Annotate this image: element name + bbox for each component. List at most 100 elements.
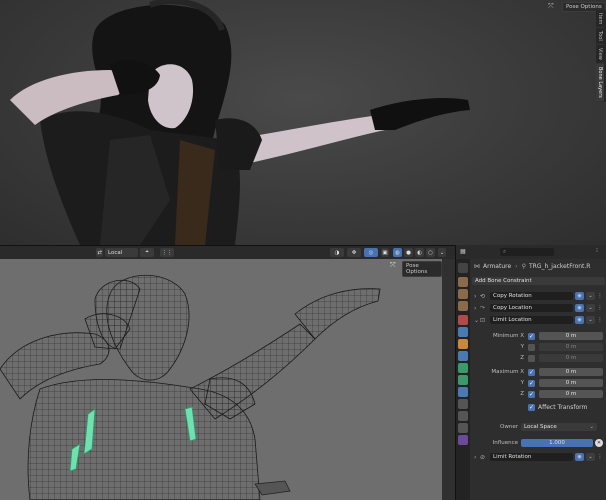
constraint-copy-rotation: › ⟲ Copy Rotation ◉ ⌄ ⋮	[474, 291, 603, 301]
viewport-header: ⇄ Local ⌖ ⋮⋮ ◑ ✥ ◎ ▣ ◍ ● ◐ ○ ⌄	[0, 245, 455, 260]
render-viewport[interactable]: Pose Options ⤧ Item Tool View Bone Layer…	[0, 0, 606, 245]
view-layer-tab-icon[interactable]	[458, 301, 468, 311]
orientation-icon[interactable]: ⇄	[96, 248, 103, 257]
armature-icon: ⋈	[474, 262, 480, 270]
constraint-name-field[interactable]: Limit Rotation	[490, 453, 573, 461]
overlays-icon[interactable]: ◎	[364, 248, 378, 257]
bone-tab-icon[interactable]	[458, 375, 468, 385]
texture-tab-icon[interactable]	[458, 399, 468, 409]
data-tab-icon[interactable]	[458, 363, 468, 373]
snap-icon[interactable]: ⋮⋮	[160, 248, 174, 257]
enable-eye-icon[interactable]: ◉	[575, 453, 584, 461]
affect-transform-label: Affect Transform	[538, 403, 588, 411]
affect-transform-checkbox[interactable]: ✓	[528, 403, 535, 411]
pose-options-button-bottom[interactable]: Pose Options	[402, 261, 442, 277]
render-tab-icon[interactable]	[458, 277, 468, 287]
menu-chevron-icon[interactable]: ⌄	[586, 304, 595, 312]
minimum-z-field[interactable]: 0 m	[539, 354, 603, 362]
maximum-z-checkbox[interactable]: ✓	[528, 390, 535, 398]
constraint-name-field[interactable]: Copy Rotation	[490, 292, 573, 300]
tab-item[interactable]: Item	[596, 10, 604, 29]
pivot-point-icon[interactable]: ⌖	[140, 248, 154, 257]
wireframe-shading-icon[interactable]: ◍	[393, 248, 402, 257]
breadcrumb-bone: TRG_h_jacketFront.R	[528, 262, 591, 270]
rendered-shading-icon[interactable]: ○	[426, 248, 435, 257]
enable-eye-icon[interactable]: ◉	[575, 316, 584, 324]
breadcrumb-armature: Armature	[483, 262, 512, 270]
transform-orientation-select[interactable]: Local	[105, 248, 138, 257]
minimum-y-field[interactable]: 0 m	[539, 343, 603, 351]
viewport-side-strip[interactable]	[442, 259, 455, 500]
object-tab-icon[interactable]	[458, 339, 468, 349]
sidebar-tabs: Item Tool View Bone Layers	[596, 10, 606, 102]
limit-rotation-icon: ⊘	[480, 453, 486, 461]
minimum-y-label: Y	[520, 344, 524, 350]
tool-tab-icon[interactable]	[458, 263, 468, 273]
minimum-x-label: Minimum X	[492, 333, 524, 339]
maximum-x-field[interactable]: 0 m	[539, 368, 603, 376]
properties-search-input[interactable]: ⌕	[500, 248, 554, 256]
enable-eye-icon[interactable]: ◉	[575, 292, 584, 300]
minimum-x-field[interactable]: 0 m	[539, 332, 603, 340]
disable-keep-transform-icon[interactable]: ✕	[595, 439, 603, 447]
add-constraint-row: Add Bone Constraint	[472, 276, 605, 286]
transform-gizmo-icon-bottom[interactable]: ⤧	[390, 261, 399, 269]
influence-row: Influence 1.000 ✕	[474, 438, 603, 448]
add-bone-constraint-button[interactable]: Add Bone Constraint	[472, 277, 605, 285]
minimum-x-checkbox[interactable]: ✓	[528, 332, 535, 340]
constraint-name-field[interactable]: Copy Location	[490, 304, 573, 312]
enable-eye-icon[interactable]: ◉	[575, 304, 584, 312]
transform-gizmo-icon[interactable]: ⤧	[548, 2, 557, 10]
shader-tab-icon[interactable]	[458, 435, 468, 445]
menu-chevron-icon[interactable]: ⌄	[586, 292, 595, 300]
output-tab-icon[interactable]	[458, 289, 468, 299]
maximum-y-field[interactable]: 0 m	[539, 379, 603, 387]
physics-tab-icon[interactable]	[458, 351, 468, 361]
tab-view[interactable]: View	[596, 45, 604, 64]
character-render	[10, 0, 470, 245]
owner-label: Owner	[500, 424, 518, 430]
copy-rotation-icon: ⟲	[480, 292, 486, 300]
visibility-icon[interactable]: ◑	[330, 248, 344, 257]
properties-editor: ▦ ⌕ ⁝ ⋈ Armature › ⚲ TRG_h_jacketFront.R	[455, 245, 606, 500]
bone-icon: ⚲	[521, 262, 526, 270]
drag-handle-icon[interactable]: ⋮	[597, 292, 603, 300]
bone-constraint-tab-icon[interactable]	[458, 387, 468, 397]
maximum-x-checkbox[interactable]: ✓	[528, 368, 535, 376]
particles-tab-icon[interactable]	[458, 411, 468, 421]
tab-tool[interactable]: Tool	[596, 28, 604, 46]
scene-tab-icon[interactable]	[458, 315, 468, 325]
maximum-x-label: Maximum X	[491, 369, 524, 375]
gizmo-icon[interactable]: ✥	[347, 248, 361, 257]
drag-handle-icon[interactable]: ⋮	[597, 304, 603, 312]
wireframe-viewport[interactable]: Pose Options ⤧	[0, 259, 442, 500]
options-icon[interactable]: ⁝	[596, 247, 598, 254]
owner-row: Owner Local Space ⌄	[474, 422, 603, 432]
breadcrumb-separator: ›	[515, 262, 518, 270]
constraint-tab-icon[interactable]	[458, 423, 468, 433]
minimum-z-checkbox[interactable]	[528, 354, 535, 362]
world-tab-icon[interactable]	[458, 327, 468, 337]
drag-handle-icon[interactable]: ⋮	[597, 316, 603, 324]
editor-type-icon[interactable]: ▦	[460, 248, 468, 256]
constraint-limit-rotation: › ⊘ Limit Rotation ◉ ⌄ ⋮	[474, 452, 603, 462]
menu-chevron-icon[interactable]: ⌄	[586, 453, 595, 461]
solid-shading-icon[interactable]: ●	[404, 248, 413, 257]
menu-chevron-icon[interactable]: ⌄	[586, 316, 595, 324]
maximum-y-checkbox[interactable]: ✓	[528, 379, 535, 387]
wireframe-mesh	[0, 275, 381, 500]
material-shading-icon[interactable]: ◐	[415, 248, 424, 257]
influence-slider[interactable]: 1.000	[521, 439, 593, 447]
minimum-y-row: Y 0 m	[474, 342, 603, 352]
constraint-name-field[interactable]: Limit Location	[490, 316, 573, 324]
minimum-y-checkbox[interactable]	[528, 343, 535, 351]
drag-handle-icon[interactable]: ⋮	[597, 453, 603, 461]
owner-space-select[interactable]: Local Space ⌄	[521, 423, 597, 431]
owner-space-value: Local Space	[524, 424, 557, 430]
maximum-y-row: Y ✓ 0 m	[474, 378, 603, 388]
shading-options-icon[interactable]: ⌄	[438, 248, 446, 257]
xray-icon[interactable]: ▣	[381, 248, 389, 257]
copy-location-icon: ⤳	[480, 304, 485, 311]
maximum-z-field[interactable]: 0 m	[539, 390, 603, 398]
tab-bone-layers[interactable]: Bone Layers	[596, 63, 604, 102]
